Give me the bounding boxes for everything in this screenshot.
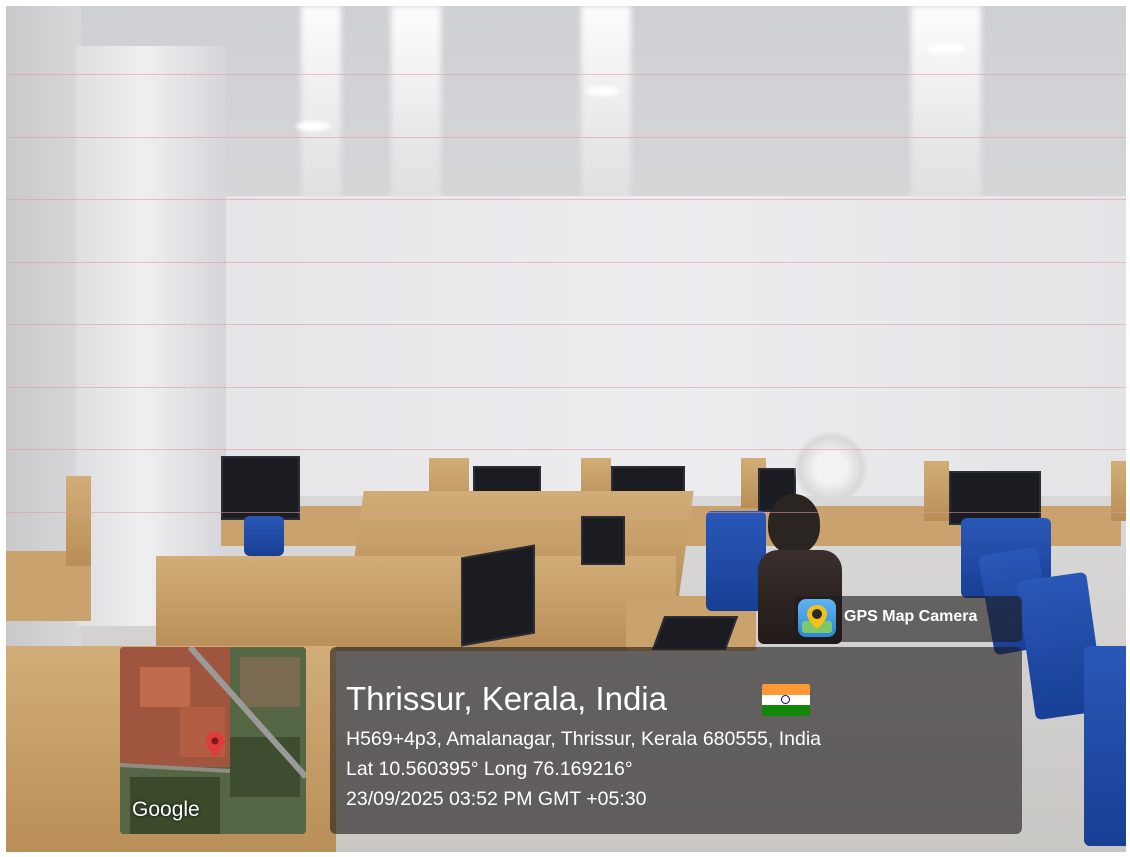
- ceiling-light: [926, 44, 966, 54]
- scan-line: [6, 262, 1126, 263]
- chair: [244, 516, 284, 556]
- location-title: Thrissur, Kerala, India: [346, 680, 667, 717]
- monitor: [581, 516, 625, 565]
- scan-line: [6, 137, 1126, 138]
- partition: [66, 476, 91, 566]
- keyboard: [651, 616, 739, 650]
- map-pin-icon: [798, 599, 836, 637]
- scan-line: [6, 324, 1126, 325]
- scan-line: [6, 387, 1126, 388]
- map-thumbnail: Google: [120, 647, 306, 834]
- datetime-line: 23/09/2025 03:52 PM GMT +05:30: [346, 788, 647, 810]
- app-badge: GPS Map Camera: [794, 596, 1022, 642]
- ceiling-light: [296, 121, 330, 131]
- india-flag-icon: [762, 684, 810, 716]
- pillar: [76, 46, 226, 626]
- scan-line: [6, 199, 1126, 200]
- chair: [706, 511, 766, 611]
- monitor: [949, 471, 1041, 525]
- printer: [221, 456, 300, 520]
- scan-line: [6, 449, 1126, 450]
- address-line: H569+4p3, Amalanagar, Thrissur, Kerala 6…: [346, 728, 822, 750]
- chair: [1084, 646, 1126, 846]
- scan-line: [6, 512, 1126, 513]
- ceiling-light: [586, 86, 620, 96]
- app-name: GPS Map Camera: [844, 608, 978, 625]
- coordinates-line: Lat 10.560395° Long 76.169216°: [346, 758, 633, 780]
- cubicle-partition: [156, 556, 676, 651]
- monitor: [461, 544, 535, 647]
- scan-line: [6, 74, 1126, 75]
- back-wall: [216, 196, 1126, 496]
- google-logo: Google: [132, 798, 200, 821]
